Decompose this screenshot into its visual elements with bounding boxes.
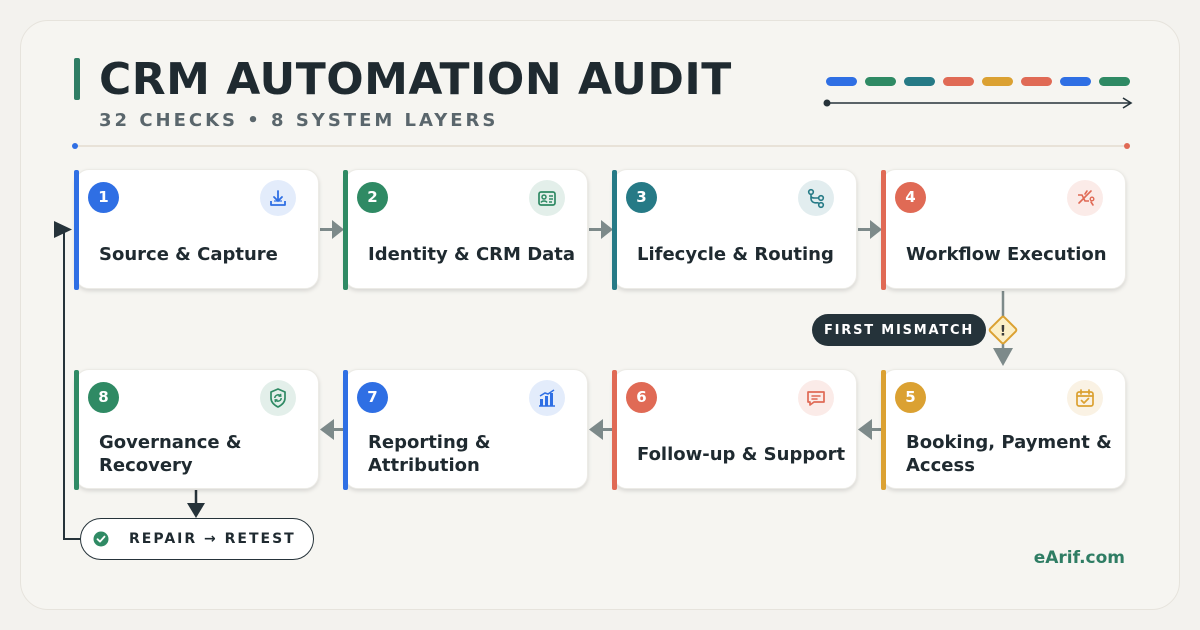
step-card-8: 8 Governance & Recovery: [74, 369, 319, 490]
arrow-6-7: [589, 419, 613, 440]
step-label: Workflow Execution: [906, 243, 1107, 265]
step-label: Governance & Recovery: [99, 432, 242, 476]
download-icon: [260, 180, 296, 216]
step-card-6: 6 Follow-up & Support: [612, 369, 857, 490]
site-credit: eArif.com: [1033, 548, 1125, 568]
step-label: Follow-up & Support: [637, 443, 846, 465]
step-accent-bar: [343, 170, 348, 290]
chat-icon: [798, 380, 834, 416]
repair-retest-label: REPAIR → RETEST: [129, 531, 296, 547]
arrow-7-8: [320, 419, 344, 440]
calendar-check-icon: [1067, 380, 1103, 416]
arrow-8-repair: [187, 490, 205, 518]
warning-diamond-icon: !: [988, 315, 1018, 345]
repair-retest-pill[interactable]: REPAIR → RETEST: [80, 518, 314, 560]
step-number-badge: 7: [357, 382, 388, 413]
step-number-badge: 3: [626, 182, 657, 213]
step-number-badge: 1: [88, 182, 119, 213]
check-circle-icon: [93, 531, 109, 547]
step-label: Identity & CRM Data: [368, 243, 576, 265]
first-mismatch-badge: FIRST MISMATCH: [812, 314, 986, 346]
step-label: Lifecycle & Routing: [637, 243, 834, 265]
arrow-1-2: [320, 220, 344, 239]
step-accent-bar: [74, 370, 79, 490]
step-number-badge: 6: [626, 382, 657, 413]
bar-chart-icon: [529, 380, 565, 416]
step-number-badge: 5: [895, 382, 926, 413]
step-label: Reporting & Attribution: [368, 432, 491, 476]
warning-mark: !: [1000, 324, 1006, 340]
step-accent-bar: [881, 370, 886, 490]
step-number-badge: 2: [357, 182, 388, 213]
step-number-badge: 4: [895, 182, 926, 213]
step-card-4: 4 Workflow Execution: [881, 169, 1126, 290]
arrow-2-3: [589, 220, 613, 239]
step-accent-bar: [74, 170, 79, 290]
step-card-7: 7 Reporting & Attribution: [343, 369, 588, 490]
step-number-badge: 8: [88, 382, 119, 413]
shield-refresh-icon: [260, 380, 296, 416]
step-card-1: 1 Source & Capture: [74, 169, 319, 290]
step-accent-bar: [612, 370, 617, 490]
step-label: Source & Capture: [99, 243, 278, 265]
step-accent-bar: [612, 170, 617, 290]
arrow-3-4: [858, 220, 882, 239]
broken-flow-icon: [1067, 180, 1103, 216]
step-card-2: 2 Identity & CRM Data: [343, 169, 588, 290]
id-card-icon: [529, 180, 565, 216]
step-card-5: 5 Booking, Payment & Access: [881, 369, 1126, 490]
step-label: Booking, Payment & Access: [906, 432, 1112, 476]
arrow-5-6: [858, 419, 882, 440]
step-accent-bar: [881, 170, 886, 290]
step-card-3: 3 Lifecycle & Routing: [612, 169, 857, 290]
step-accent-bar: [343, 370, 348, 490]
branch-icon: [798, 180, 834, 216]
